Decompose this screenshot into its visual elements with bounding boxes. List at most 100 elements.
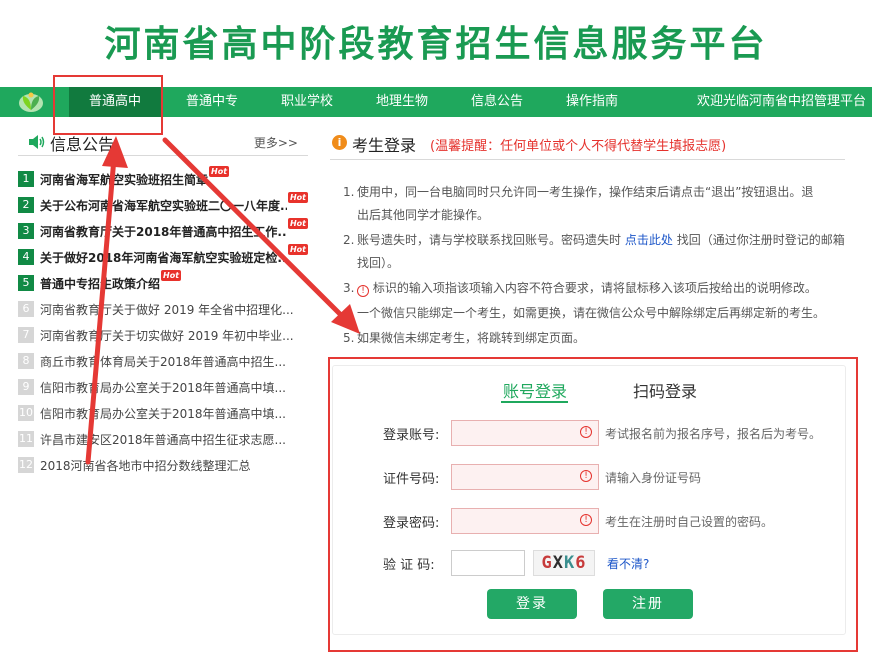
news-item[interactable]: 10 信阳市教育局办公室关于2018年普通高中填... <box>18 400 308 426</box>
account-row: 登录账号: ! 考试报名前为报名序号，报名后为考号。 <box>383 420 821 446</box>
id-label: 证件号码: <box>383 471 440 487</box>
news-item-title[interactable]: 信阳市教育局办公室关于2018年普通高中填... <box>40 405 286 422</box>
recover-password-link[interactable]: 点击此处 <box>625 233 673 247</box>
register-button[interactable]: 注册 <box>603 589 693 619</box>
captcha-input[interactable] <box>451 550 525 576</box>
news-item[interactable]: 12 2018河南省各地市中招分数线整理汇总 <box>18 452 308 478</box>
rule-text: 标识的输入项指该项输入内容不符合要求，请将鼠标移入该项后按给出的说明修改。 <box>372 281 817 295</box>
news-item[interactable]: 2 关于公布河南省海军航空实验班二〇一八年度... Hot <box>18 191 308 218</box>
news-item-title[interactable]: 2018河南省各地市中招分数线整理汇总 <box>40 457 251 474</box>
rule-text: 账号遗失时，请与学校联系找回账号。密码遗失时 <box>357 233 622 247</box>
leaf-logo-icon <box>19 92 43 112</box>
login-tip: (温馨提醒：任何单位或个人不得代替学生填报志愿) <box>430 139 727 154</box>
captcha-refresh-link[interactable]: 看不清? <box>607 555 649 572</box>
captcha-label: 验 证 码: <box>383 557 435 573</box>
news-item-title[interactable]: 许昌市建安区2018年普通高中招生征求志愿... <box>40 431 286 448</box>
captcha-image[interactable]: GXK6 <box>533 550 595 576</box>
annotation-highlight-box <box>53 75 163 135</box>
news-item[interactable]: 11 许昌市建安区2018年普通高中招生征求志愿... <box>18 426 308 452</box>
captcha-char: K <box>564 553 576 573</box>
news-item[interactable]: 4 关于做好2018年河南省海军航空实验班定检... Hot <box>18 243 308 270</box>
id-row: 证件号码: ! 请输入身份证号码 <box>383 464 701 490</box>
rule-index: 3. <box>343 281 355 295</box>
news-item-title[interactable]: 普通中专招生政策介绍 <box>40 275 160 292</box>
account-hint: 考试报名前为报名序号，报名后为考号。 <box>605 426 822 441</box>
news-item-title[interactable]: 关于做好2018年河南省海军航空实验班定检... <box>40 249 287 266</box>
rule-index: 1. <box>343 185 355 199</box>
rule-text: 使用中，同一台电脑同时只允许同一考生操作，操作结束后请点击“退出”按钮退出。退 <box>357 185 814 199</box>
news-item[interactable]: 6 河南省教育厅关于做好 2019 年全省中招理化... <box>18 296 308 322</box>
news-item[interactable]: 1 河南省海军航空实验班招生简章 Hot <box>18 165 308 192</box>
news-item-title[interactable]: 信阳市教育局办公室关于2018年普通高中填... <box>40 379 286 396</box>
news-item-number: 4 <box>18 249 34 265</box>
news-item[interactable]: 7 河南省教育厅关于切实做好 2019 年初中毕业... <box>18 322 308 348</box>
site-title: 河南省高中阶段教育招生信息服务平台 <box>104 24 768 65</box>
rule-text-cont: 出后其他同学才能操作。 <box>357 208 490 222</box>
news-item-title[interactable]: 河南省教育厅关于2018年普通高中招生工作... <box>40 223 287 240</box>
news-more-link[interactable]: 更多>> <box>254 134 298 151</box>
captcha-char: 6 <box>575 553 587 573</box>
news-item-title[interactable]: 河南省教育厅关于切实做好 2019 年初中毕业... <box>40 327 294 344</box>
account-input[interactable]: ! <box>451 420 599 446</box>
hot-badge-icon: Hot <box>161 269 182 281</box>
info-icon: i <box>332 135 347 150</box>
password-label: 登录密码: <box>383 515 440 531</box>
login-rules: 1. 使用中，同一台电脑同时只允许同一考生操作，操作结束后请点击“退出”按钮退出… <box>343 180 853 351</box>
nav-tab-announcements[interactable]: 信息公告 <box>451 87 543 117</box>
rule-item: 2. 账号遗失时，请与学校联系找回账号。密码遗失时 点击此处 找回（通过你注册时… <box>343 228 853 253</box>
rule-text: 找回（通过你注册时登记的邮箱 <box>676 233 845 247</box>
login-button[interactable]: 登录 <box>487 589 577 619</box>
news-panel: 信息公告 更多>> 1 河南省海军航空实验班招生简章 Hot 2 关于公布河南省海军航空… <box>18 128 308 478</box>
speaker-icon <box>29 135 45 149</box>
rule-item: 4. 一个微信只能绑定一个考生，如需更换，请在微信公众号中解除绑定后再绑定新的考… <box>343 301 853 326</box>
news-item-number: 5 <box>18 275 34 291</box>
news-item[interactable]: 3 河南省教育厅关于2018年普通高中招生工作... Hot <box>18 217 308 244</box>
warning-icon: ! <box>357 285 369 297</box>
rule-text: 如果微信未绑定考生，将跳转到绑定页面。 <box>357 331 586 345</box>
login-header: i 考生登录 (温馨提醒：任何单位或个人不得代替学生填报志愿) <box>330 130 845 160</box>
news-item[interactable]: 9 信阳市教育局办公室关于2018年普通高中填... <box>18 374 308 400</box>
news-item[interactable]: 8 商丘市教育体育局关于2018年普通高中招生... <box>18 348 308 374</box>
rule-text-cont: 找回）。 <box>357 256 400 270</box>
tab-account-login[interactable]: 账号登录 <box>503 378 567 402</box>
news-item-title[interactable]: 关于公布河南省海军航空实验班二〇一八年度... <box>40 197 287 214</box>
rule-index: 4. <box>343 306 355 320</box>
tab-qr-login[interactable]: 扫码登录 <box>633 378 697 402</box>
news-item-title[interactable]: 河南省教育厅关于做好 2019 年全省中招理化... <box>40 301 294 318</box>
error-icon: ! <box>580 514 592 526</box>
rule-item: 5. 如果微信未绑定考生，将跳转到绑定页面。 <box>343 326 853 351</box>
captcha-row: 验 证 码: GXK6 看不清? <box>383 550 649 576</box>
nav-tab-guide[interactable]: 操作指南 <box>546 87 638 117</box>
id-number-input[interactable]: ! <box>451 464 599 490</box>
news-item-number: 2 <box>18 197 34 213</box>
login-panel-highlight: 账号登录 扫码登录 登录账号: ! 考试报名前为报名序号，报名后为考号。 证件号… <box>328 357 858 652</box>
news-item-number: 11 <box>18 431 34 447</box>
news-item-number: 1 <box>18 171 34 187</box>
hot-badge-icon: Hot <box>287 243 308 255</box>
news-list: 1 河南省海军航空实验班招生简章 Hot 2 关于公布河南省海军航空实验班二〇一八年度.… <box>18 165 308 478</box>
news-item-number: 7 <box>18 327 34 343</box>
login-title: 考生登录 <box>352 136 417 155</box>
password-input[interactable]: ! <box>451 508 599 534</box>
rule-index: 5. <box>343 331 355 345</box>
news-item-title[interactable]: 商丘市教育体育局关于2018年普通高中招生... <box>40 353 286 370</box>
hot-badge-icon: Hot <box>209 165 230 177</box>
nav-tab-geo-bio[interactable]: 地理生物 <box>356 87 448 117</box>
site-banner: 河南省高中阶段教育招生信息服务平台 <box>0 0 872 86</box>
login-form-card: 账号登录 扫码登录 登录账号: ! 考试报名前为报名序号，报名后为考号。 证件号… <box>332 365 846 635</box>
news-item-number: 3 <box>18 223 34 239</box>
news-item-number: 12 <box>18 457 34 473</box>
rule-text: 一个微信只能绑定一个考生，如需更换，请在微信公众号中解除绑定后再绑定新的考生。 <box>357 306 826 320</box>
news-item-number: 10 <box>18 405 34 421</box>
hot-badge-icon: Hot <box>287 217 308 229</box>
nav-tab-vocational-school[interactable]: 职业学校 <box>261 87 353 117</box>
news-item-number: 9 <box>18 379 34 395</box>
captcha-char: X <box>552 553 564 573</box>
nav-tab-secondary-vocational[interactable]: 普通中专 <box>166 87 258 117</box>
rule-item: 1. 使用中，同一台电脑同时只允许同一考生操作，操作结束后请点击“退出”按钮退出… <box>343 180 853 205</box>
welcome-text: 欢迎光临河南省中招管理平台 <box>696 94 866 109</box>
rule-item: 3. ! 标识的输入项指该项输入内容不符合要求，请将鼠标移入该项后按给出的说明修… <box>343 276 853 301</box>
news-item-title[interactable]: 河南省海军航空实验班招生简章 <box>40 171 208 188</box>
password-hint: 考生在注册时自己设置的密码。 <box>605 514 774 529</box>
news-item[interactable]: 5 普通中专招生政策介绍 Hot <box>18 269 308 296</box>
